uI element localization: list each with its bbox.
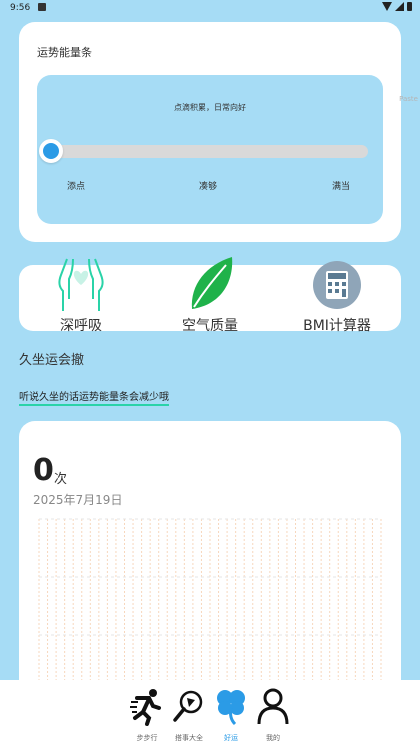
feature-deep-breath[interactable]: 深呼吸	[31, 258, 131, 335]
feature-bmi-label: BMI计算器	[303, 318, 371, 334]
nav-label-luck: 好运	[224, 734, 238, 742]
features-card: 深呼吸 空气质量 BMI计算器	[19, 257, 401, 334]
energy-label-end: 满当	[332, 182, 351, 192]
leaf-icon	[180, 255, 240, 319]
nav-label-profile: 我的	[266, 734, 280, 742]
count-value: 0	[33, 453, 54, 488]
energy-panel: 点滴积累，日常向好 添点 凑够 满当	[37, 75, 383, 224]
feature-air-quality[interactable]: 空气质量	[160, 257, 260, 335]
nav-item-luck[interactable]: 好运	[208, 688, 254, 746]
bottom-nav: 步步行 搭事大全 好运 我的	[0, 680, 420, 748]
runner-icon	[129, 688, 165, 730]
signal-icon	[395, 2, 404, 11]
wifi-icon	[382, 2, 392, 11]
energy-slider-track[interactable]	[50, 145, 368, 158]
nav-item-walk[interactable]: 步步行	[124, 688, 170, 746]
side-tag: Paste	[399, 95, 418, 103]
energy-message: 点滴积累，日常向好	[174, 103, 246, 112]
feature-air-quality-label: 空气质量	[182, 318, 238, 334]
energy-slider-thumb[interactable]	[39, 139, 63, 163]
status-bar: 9:56	[0, 0, 420, 18]
sedentary-title: 久坐运会撤	[19, 353, 85, 368]
nav-label-encyclopedia: 搭事大全	[175, 734, 203, 742]
sedentary-note: 听说久坐的话运势能量条会减少哦	[19, 388, 169, 406]
energy-title: 运势能量条	[37, 46, 92, 59]
energy-card: 运势能量条 点滴积累，日常向好 添点 凑够 满当	[19, 22, 401, 242]
nav-item-profile[interactable]: 我的	[250, 688, 296, 746]
nav-item-encyclopedia[interactable]: 搭事大全	[166, 688, 212, 746]
magnifier-icon	[173, 688, 205, 730]
energy-label-start: 添点	[67, 182, 86, 192]
clover-icon	[215, 688, 247, 730]
count-unit: 次	[54, 472, 68, 487]
person-icon	[257, 688, 289, 730]
feature-bmi[interactable]: BMI计算器	[287, 261, 387, 335]
energy-label-mid: 凑够	[199, 182, 218, 192]
notification-icon	[38, 3, 46, 11]
calculator-icon	[307, 255, 367, 319]
nav-label-walk: 步步行	[136, 734, 158, 742]
lungs-icon	[51, 255, 111, 319]
feature-deep-breath-label: 深呼吸	[60, 318, 102, 334]
status-time: 9:56	[10, 3, 31, 13]
status-icons	[382, 2, 412, 11]
battery-icon	[407, 2, 412, 11]
count-date: 2025年7月19日	[33, 493, 123, 507]
